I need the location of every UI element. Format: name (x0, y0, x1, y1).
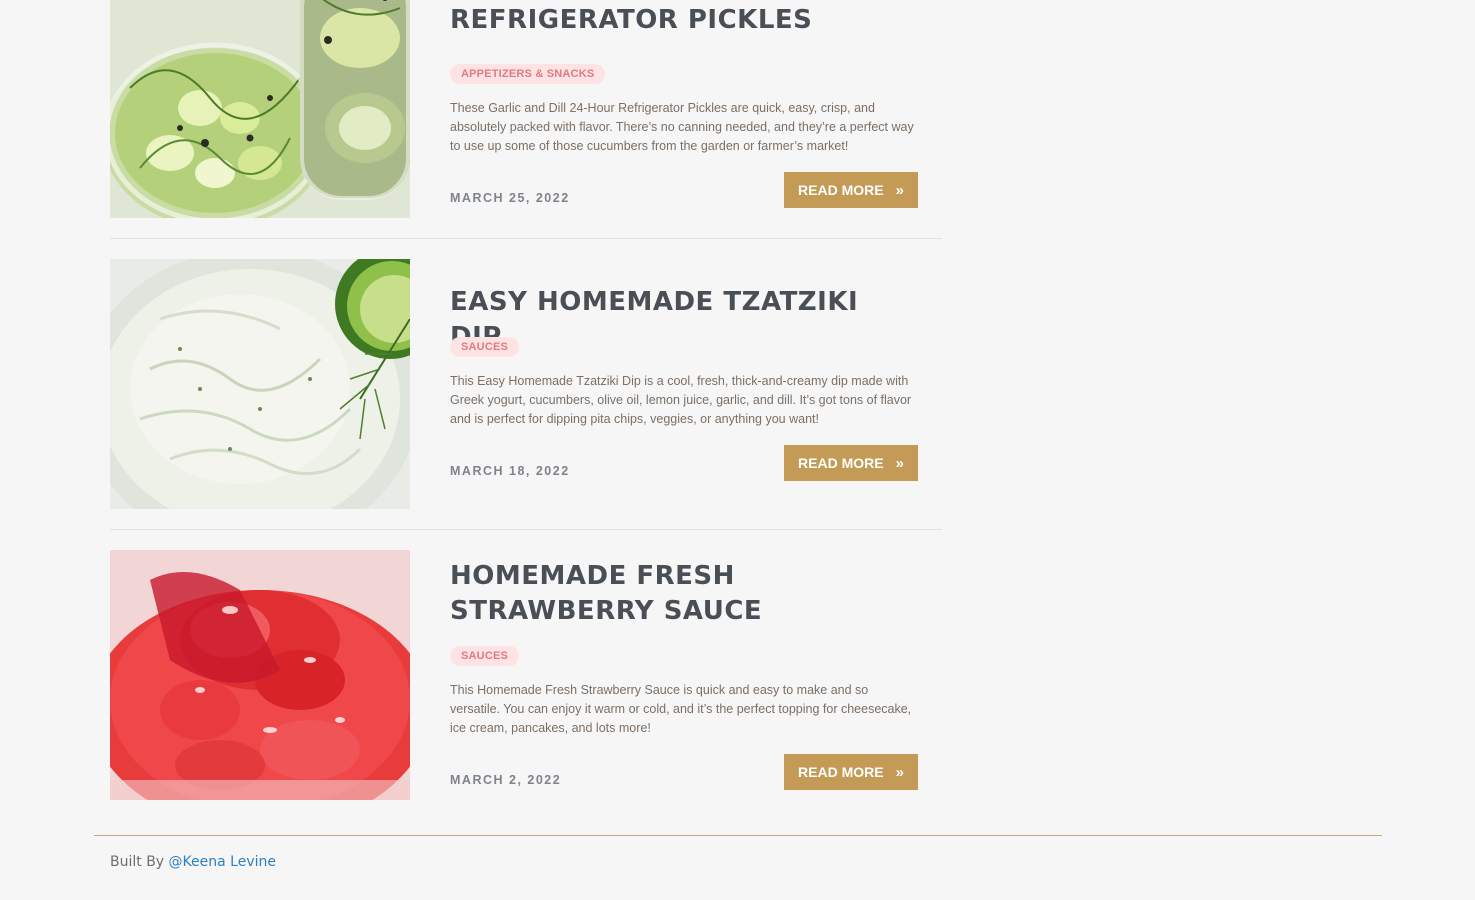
pickles-jar-photo (110, 0, 410, 218)
double-chevron-right-icon: » (895, 454, 904, 472)
post-divider (110, 238, 942, 239)
post-date: March 18, 2022 (450, 464, 570, 478)
category-tag[interactable]: Sauces (450, 646, 520, 666)
double-chevron-right-icon: » (895, 763, 904, 781)
post-image-tzatziki[interactable] (110, 259, 410, 509)
post-title[interactable]: Homemade Fresh Strawberry Sauce (450, 559, 918, 629)
footer-divider (94, 835, 1382, 836)
read-more-label: Read More (798, 182, 884, 198)
footer-author-link[interactable]: @Keena Levine (169, 854, 276, 870)
double-chevron-right-icon: » (895, 181, 904, 199)
post-excerpt: This Easy Homemade Tzatziki Dip is a coo… (450, 374, 912, 426)
post-image-strawberry[interactable] (110, 550, 410, 800)
post-card-pickles: Garlic and Dill 24-Hour Refrigerator Pic… (110, 0, 942, 218)
strawberry-sauce-photo (110, 550, 410, 800)
post-date: March 2, 2022 (450, 773, 562, 787)
post-image-pickles[interactable] (110, 0, 410, 218)
read-more-button[interactable]: Read More » (784, 172, 918, 208)
post-excerpt: These Garlic and Dill 24-Hour Refrigerat… (450, 101, 914, 153)
read-more-button[interactable]: Read More » (784, 445, 918, 481)
post-title[interactable]: Garlic and Dill 24-Hour Refrigerator Pic… (450, 0, 918, 38)
post-title[interactable]: Easy Homemade Tzatziki Dip (450, 285, 918, 355)
site-footer: Built By @Keena Levine (110, 854, 276, 870)
post-divider (110, 529, 942, 530)
post-card-strawberry: Homemade Fresh Strawberry Sauce Sauces T… (110, 550, 942, 800)
post-excerpt: This Homemade Fresh Strawberry Sauce is … (450, 683, 912, 735)
category-tag[interactable]: Sauces (450, 337, 520, 357)
tzatziki-bowl-photo (110, 259, 410, 509)
read-more-button[interactable]: Read More » (784, 754, 918, 790)
footer-built-by: Built By (110, 854, 165, 870)
category-tag[interactable]: Appetizers & Snacks (450, 64, 606, 84)
post-card-tzatziki: Easy Homemade Tzatziki Dip Sauces This E… (110, 259, 942, 509)
read-more-label: Read More (798, 764, 884, 780)
post-date: March 25, 2022 (450, 191, 570, 205)
read-more-label: Read More (798, 455, 884, 471)
